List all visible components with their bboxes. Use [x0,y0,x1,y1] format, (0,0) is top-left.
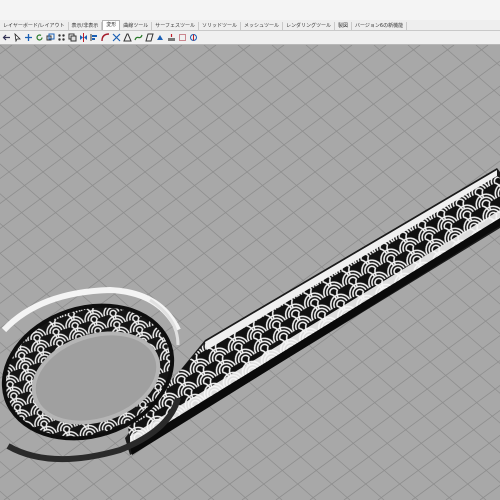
shear-icon[interactable] [144,33,154,43]
array-icon[interactable] [56,33,66,43]
tab-2[interactable]: 変形 [102,20,121,30]
title-bar-area [0,0,500,21]
select-icon[interactable] [12,33,22,43]
scale-icon[interactable] [45,33,55,43]
morph-icon[interactable] [188,33,198,43]
twist-icon[interactable] [111,33,121,43]
grid-line [445,459,500,500]
copy-icon[interactable] [67,33,77,43]
flow-icon[interactable] [133,33,143,43]
smash-icon[interactable] [166,33,176,43]
taper-icon[interactable] [122,33,132,43]
bend-icon[interactable] [100,33,110,43]
align-icon[interactable] [89,33,99,43]
back-arrow-icon[interactable] [1,33,11,43]
perspective-viewport[interactable] [0,45,500,500]
cage-icon[interactable] [177,33,187,43]
orient-icon[interactable] [155,33,165,43]
flat-band-model[interactable] [125,168,500,455]
tab-4[interactable]: サーフェスツール [152,22,199,30]
tab-5[interactable]: ソリッドツール [198,22,241,30]
tab-3[interactable]: 曲線ツール [120,22,153,30]
tab-0[interactable]: レイヤーボード/レイアウト [0,22,69,30]
tab-9[interactable]: バージョン6の新機能 [352,22,408,30]
tab-1[interactable]: 表示/非表示 [68,22,103,30]
transform-toolbar [0,31,500,45]
tab-8[interactable]: 製図 [335,22,353,30]
tab-7[interactable]: レンダリングツール [283,22,336,30]
toolbar-tab-strip: レイヤーボード/レイアウト 表示/非表示 変形 曲線ツール サーフェスツール ソリッドツー… [0,20,500,31]
mirror-icon[interactable] [78,33,88,43]
rotate-icon[interactable] [34,33,44,43]
move-icon[interactable] [23,33,33,43]
tab-6[interactable]: メッシュツール [240,22,283,30]
viewport-canvas[interactable] [0,45,500,500]
